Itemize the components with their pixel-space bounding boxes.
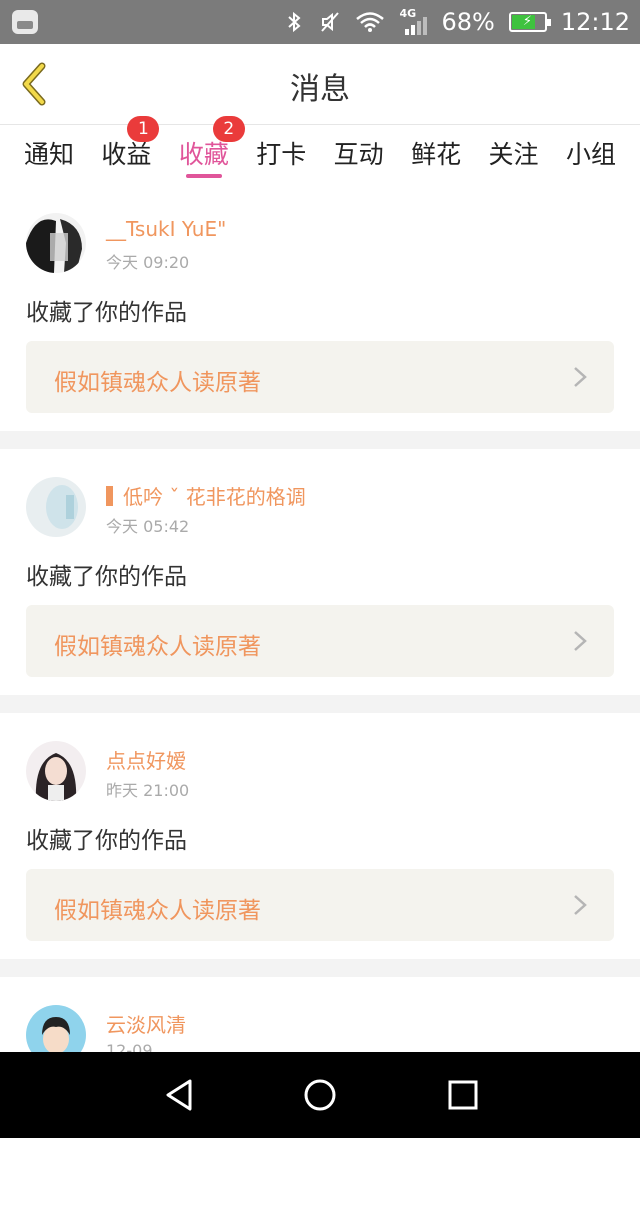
battery-icon: ⚡ xyxy=(508,12,551,32)
tab-earnings[interactable]: 收益 1 xyxy=(91,116,161,185)
work-link[interactable]: 假如镇魂众人读原著 xyxy=(26,341,614,413)
timestamp: 今天 05:42 xyxy=(106,517,190,536)
username[interactable]: 云淡风清 xyxy=(106,1009,186,1038)
tab-flowers[interactable]: 鲜花 xyxy=(401,125,471,185)
work-link[interactable]: 假如镇魂众人读原著 xyxy=(26,605,614,677)
wifi-icon xyxy=(356,12,385,32)
navigation-bar xyxy=(0,1052,640,1138)
tab-label: 关注 xyxy=(488,140,539,169)
action-text: 收藏了你的作品 xyxy=(26,828,187,854)
clock: 12:12 xyxy=(560,8,630,36)
message-card: 低吟 ˇ 花非花的格调 今天 05:42 收藏了你的作品 假如镇魂众人读原著 xyxy=(0,449,640,695)
work-title: 假如镇魂众人读原著 xyxy=(54,898,261,924)
tab-bar: 通知 收益 1 收藏 2 打卡 互动 鲜花 关注 小组 xyxy=(0,116,640,185)
divider xyxy=(0,431,640,449)
tab-label: 小组 xyxy=(565,140,616,169)
work-title: 假如镇魂众人读原著 xyxy=(54,634,261,660)
page-title: 消息 xyxy=(290,72,350,107)
username[interactable]: __TsukI YuE" xyxy=(106,217,226,241)
divider xyxy=(0,959,640,977)
action-text: 收藏了你的作品 xyxy=(26,564,187,590)
tab-group[interactable]: 小组 xyxy=(556,125,626,185)
message-card: 点点好嫒 昨天 21:00 收藏了你的作品 假如镇魂众人读原著 xyxy=(0,713,640,959)
user-avatar[interactable] xyxy=(26,741,86,801)
tab-label: 收益 xyxy=(101,140,152,169)
mute-icon xyxy=(321,12,340,32)
status-indicators: 4G 68% ⚡ 12:12 xyxy=(283,0,630,44)
header: 消息 xyxy=(0,44,640,125)
bluetooth-icon xyxy=(288,11,302,33)
recents-square-icon[interactable] xyxy=(443,1077,483,1113)
chevron-right-icon xyxy=(574,895,587,915)
tab-label: 通知 xyxy=(23,140,74,169)
tab-label: 收藏 xyxy=(178,140,229,169)
tab-label: 鲜花 xyxy=(411,140,462,169)
tab-collect[interactable]: 收藏 2 xyxy=(169,116,245,185)
unread-badge: 1 xyxy=(127,116,160,142)
tab-notify[interactable]: 通知 xyxy=(14,125,84,185)
username[interactable]: 低吟 ˇ 花非花的格调 xyxy=(106,481,306,510)
timestamp: 昨天 21:00 xyxy=(106,781,190,800)
unread-badge: 2 xyxy=(212,116,245,142)
tab-follow[interactable]: 关注 xyxy=(479,125,549,185)
battery-percent: 68% xyxy=(441,8,495,36)
status-bar: 4G 68% ⚡ 12:12 xyxy=(0,0,640,44)
tab-checkin[interactable]: 打卡 xyxy=(246,125,316,185)
app-notification-icon xyxy=(12,10,38,34)
work-title: 假如镇魂众人读原著 xyxy=(54,370,261,396)
tab-label: 打卡 xyxy=(256,140,307,169)
user-avatar[interactable] xyxy=(26,213,86,273)
tab-label: 互动 xyxy=(333,140,384,169)
back-triangle-icon[interactable] xyxy=(160,1077,200,1113)
home-circle-icon[interactable] xyxy=(300,1077,340,1113)
timestamp: 今天 09:20 xyxy=(106,253,190,272)
work-link[interactable]: 假如镇魂众人读原著 xyxy=(26,869,614,941)
chevron-right-icon xyxy=(574,367,587,387)
action-text: 收藏了你的作品 xyxy=(26,300,187,326)
tab-interact[interactable]: 互动 xyxy=(324,125,394,185)
divider xyxy=(0,695,640,713)
username-text: 低吟 ˇ 花非花的格调 xyxy=(123,485,306,509)
user-avatar[interactable] xyxy=(26,477,86,537)
username[interactable]: 点点好嫒 xyxy=(106,745,186,774)
signal-icon: 4G xyxy=(399,7,428,35)
message-card: __TsukI YuE" 今天 09:20 收藏了你的作品 假如镇魂众人读原著 xyxy=(0,185,640,431)
chevron-right-icon xyxy=(574,631,587,651)
